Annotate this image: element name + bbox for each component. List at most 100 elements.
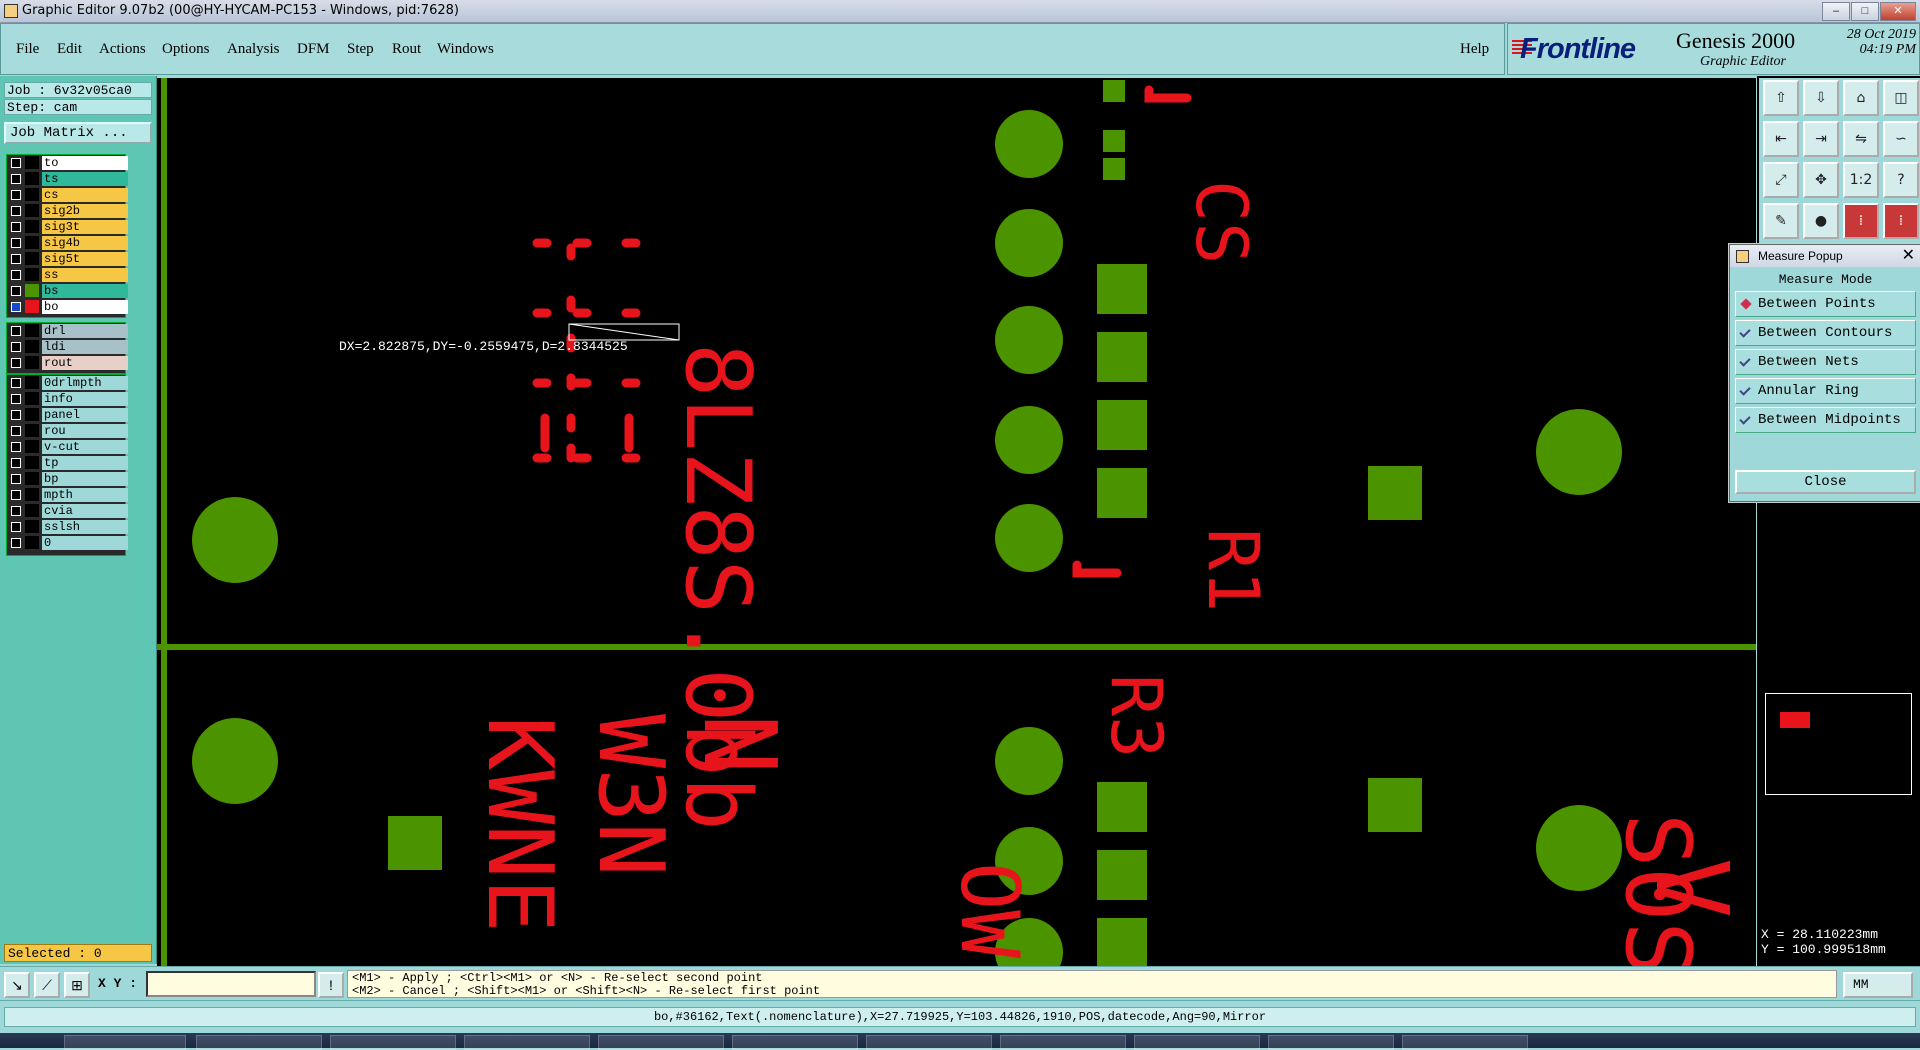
layer-row-sig5t[interactable]: sig5t (7, 251, 128, 267)
mirror-icon[interactable]: ⇋ (1843, 121, 1879, 157)
layer-checkbox[interactable] (11, 206, 21, 216)
layer-color-swatch[interactable] (25, 252, 39, 265)
menu-actions[interactable]: Actions (99, 41, 146, 58)
layer-color-swatch[interactable] (25, 520, 39, 533)
unit-selector[interactable]: MM (1843, 972, 1913, 998)
route-icon[interactable]: ∽ (1883, 121, 1919, 157)
layer-checkbox[interactable] (11, 410, 21, 420)
layer-checkbox[interactable] (11, 394, 21, 404)
layer-name[interactable]: ss (42, 268, 128, 282)
pan-right-icon[interactable]: ⇥ (1803, 121, 1839, 157)
layer-color-swatch[interactable] (25, 376, 39, 389)
layer-checkbox[interactable] (11, 522, 21, 532)
scale-icon[interactable]: 1:2 (1843, 162, 1879, 198)
layer-row-bs[interactable]: bs (7, 283, 128, 299)
layer-checkbox[interactable] (11, 442, 21, 452)
layer-row-tp[interactable]: tp (7, 455, 128, 471)
alert-icon[interactable]: ! (318, 972, 344, 998)
layer-name[interactable]: sslsh (42, 520, 128, 534)
zoom-fit-icon[interactable]: ✥ (1803, 162, 1839, 198)
layer-checkbox[interactable] (11, 506, 21, 516)
xy-input[interactable] (146, 971, 316, 997)
layer-checkbox[interactable] (11, 426, 21, 436)
layer-name[interactable]: drl (42, 324, 128, 338)
layer-name[interactable]: ldi (42, 340, 128, 354)
layer-name[interactable]: cs (42, 188, 128, 202)
layer-color-swatch[interactable] (25, 472, 39, 485)
menu-step[interactable]: Step (347, 41, 374, 58)
layer-row-sslsh[interactable]: sslsh (7, 519, 128, 535)
layer-row-sig4b[interactable]: sig4b (7, 235, 128, 251)
layer-name[interactable]: panel (42, 408, 128, 422)
layer-checkbox[interactable] (11, 190, 21, 200)
layer-row-ldi[interactable]: ldi (7, 339, 128, 355)
layer-name[interactable]: to (42, 156, 128, 170)
layer-row-to[interactable]: to (7, 155, 128, 171)
layer-row-v-cut[interactable]: v-cut (7, 439, 128, 455)
layer-color-swatch[interactable] (25, 504, 39, 517)
layer-name[interactable]: sig3t (42, 220, 128, 234)
layer-row-cvia[interactable]: cvia (7, 503, 128, 519)
layer-checkbox[interactable] (11, 158, 21, 168)
layer-checkbox[interactable] (11, 342, 21, 352)
measure-icon[interactable]: ⟋ (34, 972, 60, 998)
popup-close-icon[interactable]: ✕ (1902, 245, 1915, 267)
layer-up-icon[interactable]: ⇧ (1763, 80, 1799, 116)
layer-color-swatch[interactable] (25, 392, 39, 405)
layer-checkbox[interactable] (11, 174, 21, 184)
close-window-button[interactable]: ✕ (1880, 2, 1916, 21)
layer-checkbox[interactable] (11, 270, 21, 280)
layer-row-drl[interactable]: drl (7, 323, 128, 339)
menu-options[interactable]: Options (162, 41, 210, 58)
menu-windows[interactable]: Windows (437, 41, 494, 58)
layer-row-mpth[interactable]: mpth (7, 487, 128, 503)
layer-checkbox[interactable] (11, 474, 21, 484)
menu-help[interactable]: Help (1460, 41, 1489, 58)
layer-color-swatch[interactable] (25, 204, 39, 217)
layer-row-rout[interactable]: rout (7, 355, 128, 371)
layer-checkbox[interactable] (11, 238, 21, 248)
layer-color-swatch[interactable] (25, 324, 39, 337)
layer-checkbox[interactable] (11, 222, 21, 232)
layer-color-swatch[interactable] (25, 536, 39, 549)
layer-row-info[interactable]: info (7, 391, 128, 407)
option-annular-ring[interactable]: Annular Ring (1735, 378, 1916, 404)
help-icon[interactable]: ? (1883, 162, 1919, 198)
layer-color-swatch[interactable] (25, 440, 39, 453)
layer-color-swatch[interactable] (25, 284, 39, 297)
layer-row-bo[interactable]: bo (7, 299, 128, 315)
option-between-midpoints[interactable]: Between Midpoints (1735, 407, 1916, 433)
layer-name[interactable]: rou (42, 424, 128, 438)
layer-row-bp[interactable]: bp (7, 471, 128, 487)
layer-color-swatch[interactable] (25, 236, 39, 249)
layer-color-swatch[interactable] (25, 172, 39, 185)
layer-checkbox[interactable] (11, 490, 21, 500)
layer-color-swatch[interactable] (25, 356, 39, 369)
layer-checkbox[interactable] (11, 286, 21, 296)
layer-color-swatch[interactable] (25, 220, 39, 233)
job-matrix-button[interactable]: Job Matrix ... (4, 122, 152, 144)
layer-name[interactable]: sig5t (42, 252, 128, 266)
layer-color-swatch[interactable] (25, 424, 39, 437)
layer-name[interactable]: info (42, 392, 128, 406)
layer-checkbox[interactable] (11, 458, 21, 468)
pad-icon[interactable]: ● (1803, 203, 1839, 239)
menu-file[interactable]: File (16, 41, 39, 58)
display-red-icon[interactable]: ⁞ (1843, 203, 1879, 239)
layer-row-sig2b[interactable]: sig2b (7, 203, 128, 219)
layer-color-swatch[interactable] (25, 156, 39, 169)
layer-name[interactable]: v-cut (42, 440, 128, 454)
home-icon[interactable]: ⌂ (1843, 80, 1879, 116)
pan-left-icon[interactable]: ⇤ (1763, 121, 1799, 157)
layer-name[interactable]: 0 (42, 536, 128, 550)
mini-map[interactable] (1765, 693, 1912, 795)
layer-name[interactable]: sig2b (42, 204, 128, 218)
fit-icon[interactable]: ⤢ (1763, 162, 1799, 198)
layer-checkbox[interactable] (11, 326, 21, 336)
layer-color-swatch[interactable] (25, 300, 39, 313)
layer-row-rou[interactable]: rou (7, 423, 128, 439)
option-between-nets[interactable]: Between Nets (1735, 349, 1916, 375)
layer-color-swatch[interactable] (25, 488, 39, 501)
layer-color-swatch[interactable] (25, 268, 39, 281)
layer-row-0drlmpth[interactable]: 0drlmpth (7, 375, 128, 391)
